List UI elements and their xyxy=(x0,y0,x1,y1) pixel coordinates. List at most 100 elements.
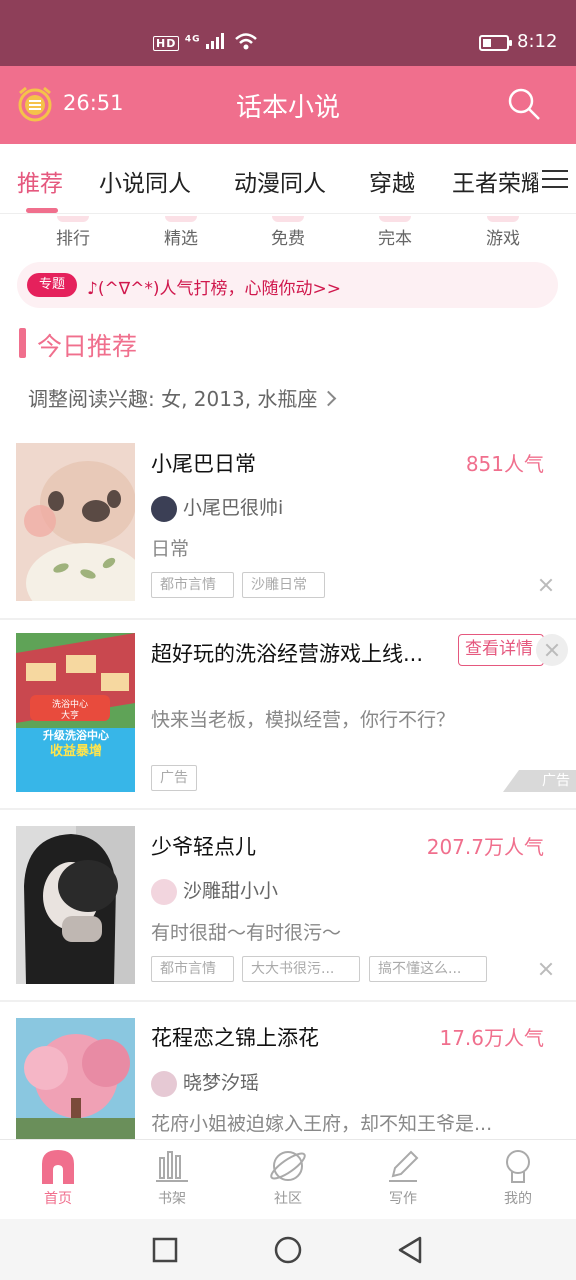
system-navigation xyxy=(0,1219,576,1280)
signal-icon xyxy=(206,33,225,49)
tab-anime-fanfic[interactable]: 动漫同人 xyxy=(234,164,326,198)
ad-cover-text: 大亨 xyxy=(61,709,79,721)
book-tag[interactable]: 都市言情 xyxy=(151,956,234,982)
book-title[interactable]: 少爷轻点儿 xyxy=(151,831,256,861)
quick-link-label: 免费 xyxy=(271,229,305,249)
ad-cover-text: 升级洗浴中心 xyxy=(43,728,109,742)
quick-link-games[interactable]: 游戏 xyxy=(463,216,543,249)
book-tag[interactable]: 搞不懂这么... xyxy=(369,956,487,982)
author-name: 小尾巴很帅i xyxy=(183,497,284,519)
book-author[interactable]: 小尾巴很帅i xyxy=(151,493,283,522)
book-title[interactable]: 小尾巴日常 xyxy=(151,448,256,478)
adjust-interest-link[interactable]: 调整阅读兴趣: 女, 2013, 水瓶座 xyxy=(28,383,337,412)
book-title[interactable]: 花程恋之锦上添花 xyxy=(151,1022,319,1052)
nav-community[interactable]: 社区 xyxy=(238,1148,338,1208)
quick-link-label: 完本 xyxy=(378,229,412,249)
back-icon[interactable] xyxy=(396,1235,424,1265)
quick-link-label: 排行 xyxy=(56,229,90,249)
ad-close-icon[interactable] xyxy=(536,634,568,666)
divider xyxy=(0,808,576,810)
section-title: 今日推荐 xyxy=(37,332,138,361)
nav-label: 我的 xyxy=(504,1191,532,1207)
view-details-button[interactable]: 查看详情 xyxy=(458,634,544,666)
book-popularity: 17.6万人气 xyxy=(439,1026,544,1050)
quick-link-ranking[interactable]: 排行 xyxy=(33,216,113,249)
home-icon xyxy=(42,1150,74,1184)
nav-label: 书架 xyxy=(158,1191,186,1207)
divider xyxy=(0,1000,576,1002)
bookshelf-icon xyxy=(156,1151,188,1182)
quick-link-completed[interactable]: 完本 xyxy=(355,216,435,249)
nav-home[interactable]: 首页 xyxy=(8,1148,108,1208)
ad-corner-label: 广告 xyxy=(503,770,576,792)
divider xyxy=(0,618,576,620)
quick-links: 排行 精选 免费 完本 游戏 xyxy=(0,214,576,254)
battery-icon xyxy=(479,35,512,51)
section-accent-bar xyxy=(19,328,26,358)
ad-cover-text: 收益暴增 xyxy=(50,743,102,759)
book-cover-art xyxy=(16,443,135,601)
book-cover[interactable] xyxy=(16,1018,135,1139)
hd-badge: HD xyxy=(153,36,180,51)
tab-recommend[interactable]: 推荐 xyxy=(17,164,63,198)
home-button-icon[interactable] xyxy=(273,1235,303,1265)
book-author[interactable]: 晓梦汐瑶 xyxy=(151,1068,259,1097)
author-name: 沙雕甜小小 xyxy=(183,880,279,902)
nav-profile[interactable]: 我的 xyxy=(468,1148,568,1208)
chevron-right-icon xyxy=(321,390,337,407)
book-popularity: 851人气 xyxy=(465,452,544,476)
book-description: 有时很甜～有时很污～ xyxy=(151,922,342,944)
search-icon[interactable] xyxy=(506,86,542,122)
planet-icon xyxy=(270,1151,306,1181)
ad-title[interactable]: 超好玩的洗浴经营游戏上线... xyxy=(151,638,423,668)
network-indicator: HD 4G xyxy=(153,32,258,51)
book-tag[interactable]: 沙雕日常 xyxy=(242,572,325,598)
nav-label: 写作 xyxy=(389,1191,417,1207)
topic-text: ♪(^∇^*)人气打榜，心随你动>> xyxy=(87,279,341,299)
quick-link-featured[interactable]: 精选 xyxy=(141,216,221,249)
topic-badge: 专题 xyxy=(27,273,77,297)
quick-link-label: 游戏 xyxy=(486,229,520,249)
nav-label: 首页 xyxy=(44,1191,72,1207)
more-tabs-button[interactable] xyxy=(538,162,572,196)
nav-label: 社区 xyxy=(274,1191,302,1207)
book-cover-art xyxy=(16,1018,135,1139)
book-cover[interactable] xyxy=(16,443,135,601)
recent-apps-icon[interactable] xyxy=(151,1236,179,1264)
book-cover[interactable] xyxy=(16,826,135,984)
quick-link-free[interactable]: 免费 xyxy=(248,216,328,249)
book-description: 花府小姐被迫嫁入王府，却不知王爷是... xyxy=(151,1113,493,1135)
category-tabs: 推荐 小说同人 动漫同人 穿越 王者荣耀 xyxy=(0,144,576,214)
book-cover-art xyxy=(16,826,135,984)
ad-tag: 广告 xyxy=(151,765,197,791)
nav-bookshelf[interactable]: 书架 xyxy=(122,1148,222,1208)
app-header: 26:51 话本小说 xyxy=(0,66,576,144)
book-author[interactable]: 沙雕甜小小 xyxy=(151,876,278,905)
active-tab-indicator xyxy=(26,208,58,213)
status-bar: HD 4G 8:12 xyxy=(0,0,576,66)
ad-description: 快来当老板，模拟经营，你行不行？ xyxy=(151,709,456,731)
profile-icon xyxy=(506,1150,530,1183)
avatar xyxy=(151,878,177,905)
ad-cover-text: 洗浴中心 xyxy=(52,698,88,710)
book-popularity: 207.7万人气 xyxy=(426,835,544,859)
book-description: 日常 xyxy=(151,538,190,560)
bottom-navigation: 首页 书架 社区 写作 我的 xyxy=(0,1139,576,1219)
tab-time-travel[interactable]: 穿越 xyxy=(369,164,415,198)
quick-link-label: 精选 xyxy=(164,229,198,249)
pen-icon xyxy=(389,1150,419,1182)
avatar xyxy=(151,1070,177,1097)
author-name: 晓梦汐瑶 xyxy=(183,1072,260,1094)
tab-honor-of-kings[interactable]: 王者荣耀 xyxy=(452,164,544,198)
nav-write[interactable]: 写作 xyxy=(353,1148,453,1208)
ad-cover[interactable]: 洗浴中心 大亨 升级洗浴中心 收益暴增 xyxy=(16,633,135,792)
dismiss-icon[interactable] xyxy=(538,961,554,977)
avatar xyxy=(151,495,177,522)
topic-banner[interactable]: 专题 ♪(^∇^*)人气打榜，心随你动>> xyxy=(17,262,558,308)
clock-time: 8:12 xyxy=(517,31,558,52)
book-tag[interactable]: 都市言情 xyxy=(151,572,234,598)
tab-novel-fanfic[interactable]: 小说同人 xyxy=(99,164,191,198)
dismiss-icon[interactable] xyxy=(538,577,554,593)
book-tag[interactable]: 大大书很污... xyxy=(242,956,360,982)
wifi-icon xyxy=(234,33,257,50)
